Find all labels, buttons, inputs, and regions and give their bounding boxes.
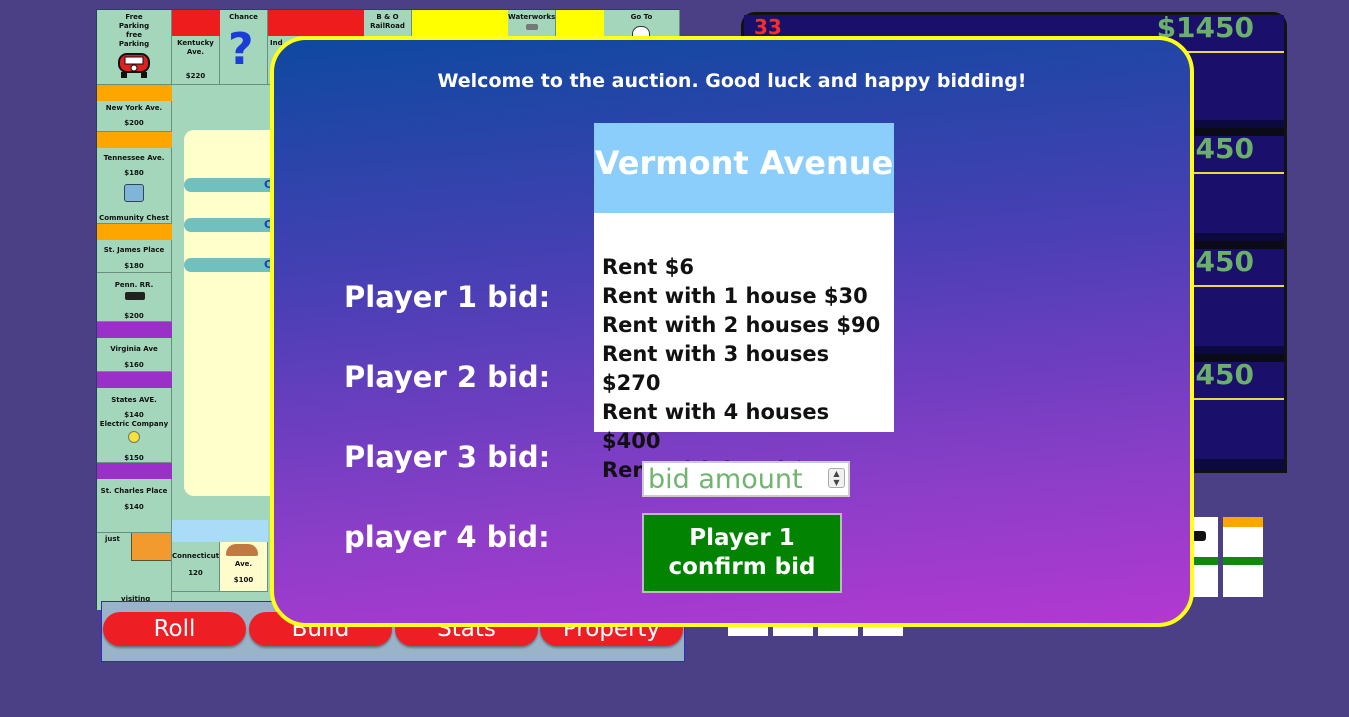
cell-price: 120 — [188, 569, 203, 577]
cell-price: $150 — [124, 454, 144, 462]
color-bar-orange — [97, 224, 172, 240]
auction-welcome-text: Welcome to the auction. Good luck and ha… — [437, 70, 1027, 92]
player-2-bid-label: Player 2 bid: — [344, 360, 551, 394]
color-bar-red — [268, 10, 364, 36]
deed-rent-list: Rent $6 Rent with 1 house $30 Rent with … — [594, 213, 894, 485]
color-bar-yellow — [556, 10, 604, 36]
treasure-chest-icon — [124, 184, 144, 202]
color-stripe — [1223, 557, 1263, 565]
railroad-cell-penn[interactable]: Penn. RR. $200 — [97, 273, 172, 322]
dog-icon — [1192, 531, 1206, 541]
cell-price: $160 — [124, 361, 144, 369]
color-bar-yellow — [412, 10, 508, 36]
roll-button[interactable]: Roll — [103, 612, 246, 646]
cell-price: $200 — [124, 312, 144, 320]
cell-label: Free Parking free Parking — [118, 13, 150, 48]
color-bar-purple — [97, 372, 172, 388]
property-cell-virginia[interactable]: Virginia Ave $160 — [97, 338, 172, 372]
rent-line: Rent with 2 houses $90 — [602, 313, 881, 337]
property-cell-vermont[interactable]: Ave. $100 — [220, 542, 268, 592]
faucet-icon — [526, 24, 538, 30]
color-bar-red — [172, 10, 220, 36]
chance-cell: Chance ? — [220, 10, 268, 85]
cell-price: $200 — [124, 119, 144, 127]
cell-price: $140 — [124, 503, 144, 511]
cell-price: $180 — [124, 262, 144, 270]
player-1-bid-label: Player 1 bid: — [344, 280, 551, 314]
hat-icon — [226, 544, 258, 556]
color-stripe — [1223, 517, 1263, 527]
property-cell-st-charles[interactable]: St. Charles Place $140 — [97, 479, 172, 533]
bid-amount-input[interactable] — [642, 461, 850, 497]
free-parking-cell: Free Parking free Parking — [97, 10, 172, 85]
deed-title: Vermont Avenue — [594, 123, 894, 213]
cell-label: New York Ave. — [105, 104, 163, 112]
confirm-bid-line2: confirm bid — [668, 554, 816, 580]
cell-price: $100 — [233, 576, 254, 584]
rent-line: Rent with 1 house $30 — [602, 284, 868, 308]
jail-cell: just visiting — [97, 533, 172, 610]
property-cell-connecticut[interactable]: Connecticut 120 — [172, 542, 220, 592]
confirm-bid-line1: Player 1 — [689, 525, 795, 551]
cell-label: St. Charles Place — [100, 487, 168, 495]
color-bar-orange — [97, 132, 172, 148]
property-cell-kentucky[interactable]: Kentucky Ave. $220 — [172, 36, 220, 85]
cell-label: Connecticut — [172, 552, 220, 560]
cell-label: Tennessee Ave. — [103, 154, 165, 162]
jail-icon — [131, 533, 171, 561]
player-3-bid-label: Player 3 bid: — [344, 440, 551, 474]
auction-modal: Welcome to the auction. Good luck and ha… — [270, 36, 1194, 627]
cell-label: Penn. RR. — [114, 281, 154, 289]
color-bar-orange — [97, 85, 172, 101]
cell-label: Waterworks — [508, 13, 556, 21]
color-bar-light-blue — [172, 520, 220, 542]
property-cell-states[interactable]: States AVE. $140 Electric Company $150 — [97, 388, 172, 463]
number-spinner-icon[interactable]: ▲ ▼ — [828, 468, 845, 488]
lightbulb-icon — [128, 431, 140, 443]
property-cell-new-york[interactable]: New York Ave. $200 — [97, 101, 172, 132]
cell-label: Kentucky Ave. — [177, 39, 214, 56]
property-cell-tennessee[interactable]: Tennessee Ave. $180 Community Chest — [97, 148, 172, 224]
cell-label: Electric Company — [99, 420, 169, 428]
cell-label: Chance — [229, 13, 258, 21]
cell-label: Community Chest — [99, 214, 169, 222]
cell-label: B & O RailRoad — [370, 13, 405, 30]
train-icon — [125, 292, 145, 300]
color-bar-purple — [97, 322, 172, 338]
player-4-bid-label: player 4 bid: — [344, 520, 550, 554]
color-bar-purple — [97, 463, 172, 479]
cell-label: States AVE. — [111, 396, 157, 404]
property-cell-st-james[interactable]: St. James Place $180 — [97, 240, 172, 273]
cell-label: St. James Place — [103, 246, 165, 254]
cell-label: Go To — [630, 13, 653, 21]
cell-price: $140 — [124, 411, 144, 419]
car-icon — [118, 53, 150, 78]
owned-property-card[interactable] — [1223, 517, 1263, 597]
rent-line: Rent with 3 houses $270 — [602, 342, 830, 395]
rent-line: Rent $6 — [602, 255, 694, 279]
confirm-bid-button[interactable]: Player 1 confirm bid — [642, 513, 842, 593]
color-bar-light-blue — [220, 520, 268, 542]
cell-price: $180 — [124, 169, 144, 177]
rent-line: Rent with 4 houses $400 — [602, 400, 830, 453]
property-deed-card: Vermont Avenue Rent $6 Rent with 1 house… — [594, 123, 894, 482]
jail-just-label: just — [105, 535, 120, 543]
cell-label: Virginia Ave — [110, 345, 158, 353]
cell-price: $220 — [185, 72, 206, 80]
question-mark-icon: ? — [228, 24, 254, 75]
